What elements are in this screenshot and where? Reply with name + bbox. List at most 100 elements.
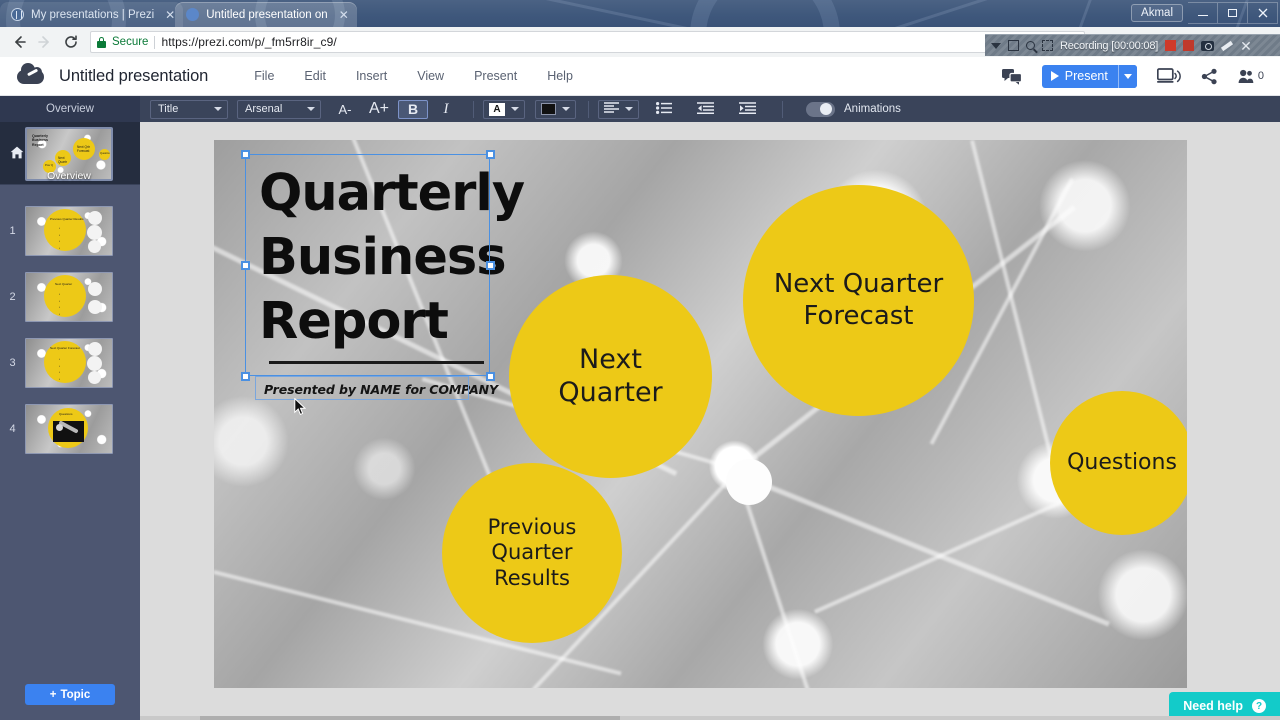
presentation-stage[interactable]: Next Quarter Next Quarter Forecast Quest… (214, 140, 1187, 688)
prezi-cloud-logo-icon[interactable] (17, 63, 44, 86)
selection-handle-top-left[interactable] (241, 150, 250, 159)
tab-close-icon[interactable]: ✕ (165, 9, 175, 21)
menu-item-file[interactable]: File (254, 69, 274, 83)
text-style-select[interactable]: Title (150, 99, 228, 119)
animations-toggle[interactable] (806, 101, 836, 117)
title-selection-box[interactable] (245, 154, 490, 376)
sidebar-slide-1[interactable]: 1 Previous Quarter Results • • • • (0, 198, 140, 264)
align-button[interactable] (598, 99, 640, 119)
people-icon[interactable]: 0 (1238, 69, 1264, 84)
overview-tab[interactable]: Overview (0, 96, 140, 122)
home-icon[interactable] (10, 146, 24, 162)
present-button-label: Present (1064, 69, 1108, 83)
sidebar-overview-item[interactable]: Quarterly Business Report Next Quartr Next … (0, 122, 140, 185)
close-button[interactable] (1248, 1, 1278, 24)
present-button[interactable]: Present (1041, 64, 1137, 88)
magnifier-icon[interactable] (1026, 41, 1035, 50)
scrollbar-thumb[interactable] (200, 716, 620, 720)
bubble-previous-quarter-results[interactable]: Previous Quarter Results (442, 463, 622, 643)
fill-color-button[interactable] (535, 99, 577, 119)
italic-button[interactable]: I (431, 100, 461, 119)
menu-item-present[interactable]: Present (474, 69, 517, 83)
stop-icon[interactable] (1183, 40, 1195, 51)
address-bar[interactable]: Secure https://prezi.com/p/_fm5rr8ir_c9/… (90, 31, 1085, 53)
slide-number: 4 (9, 423, 16, 435)
bubble-questions[interactable]: Questions (1050, 391, 1187, 535)
screen-recorder-toolbar[interactable]: Recording [00:00:08] ✕ (985, 34, 1280, 56)
slide-number: 1 (9, 225, 16, 237)
thumbnail-node (88, 342, 102, 356)
thumbnail-title: Quarterly Business Report (32, 134, 48, 147)
tab-title: My presentations | Prezi (31, 8, 155, 21)
selection-handle-middle-right[interactable] (486, 261, 495, 270)
increase-font-size-button[interactable]: A+ (363, 100, 395, 119)
share-icon[interactable] (1201, 68, 1218, 85)
font-family-value: Arsenal (245, 103, 283, 115)
subtitle-hover-box[interactable] (255, 376, 469, 400)
user-profile-chip[interactable]: Akmal (1131, 3, 1183, 22)
selection-handle-bottom-right[interactable] (486, 372, 495, 381)
sidebar-slide-3[interactable]: 3 Next Quarter Forecast • • • • (0, 330, 140, 396)
outdent-icon (697, 101, 715, 117)
reload-icon[interactable] (58, 29, 84, 55)
slide-thumbnail[interactable]: Next Quarter Forecast • • • • (25, 338, 113, 388)
pen-icon[interactable] (1221, 40, 1234, 51)
thumbnail-node (88, 282, 102, 296)
pause-icon[interactable] (1165, 40, 1177, 51)
slide-thumbnail[interactable]: Questions (25, 404, 113, 454)
camera-icon[interactable] (1201, 40, 1215, 51)
selection-handle-middle-left[interactable] (241, 261, 250, 270)
decrease-font-size-button[interactable]: A- (330, 100, 360, 119)
window-icon[interactable] (1008, 40, 1019, 51)
selection-handle-top-right[interactable] (486, 150, 495, 159)
document-title[interactable]: Untitled presentation (59, 67, 208, 86)
maximize-button[interactable] (1218, 1, 1248, 24)
app-header: Untitled presentation File Edit Insert V… (0, 57, 1280, 96)
lock-icon (97, 36, 106, 48)
menu-item-insert[interactable]: Insert (356, 69, 387, 83)
chevron-down-icon[interactable] (991, 42, 1001, 49)
thumbnail-bubble-label: Prev Q (45, 164, 54, 167)
menu-item-edit[interactable]: Edit (304, 69, 326, 83)
browser-tab-my-presentations[interactable]: My presentations | Prezi ✕ (0, 2, 184, 27)
chevron-down-icon (307, 107, 315, 111)
horizontal-scrollbar[interactable] (140, 716, 1280, 720)
sidebar-slide-2[interactable]: 2 Next Quarter • • • • (0, 264, 140, 330)
bulleted-list-button[interactable] (650, 100, 678, 119)
canvas-area[interactable]: Next Quarter Next Quarter Forecast Quest… (140, 122, 1280, 720)
present-dropdown-button[interactable] (1117, 64, 1137, 88)
blue-favicon-icon (186, 8, 200, 21)
titlebar-decoration (690, 0, 840, 27)
close-icon[interactable]: ✕ (1240, 39, 1252, 53)
bold-button[interactable]: B (398, 99, 429, 119)
present-button-main[interactable]: Present (1042, 65, 1118, 88)
sidebar-slide-4[interactable]: 4 Questions (0, 396, 140, 462)
add-topic-button[interactable]: + Topic (25, 684, 115, 705)
minimize-button[interactable] (1188, 1, 1218, 24)
indent-button[interactable] (733, 100, 762, 119)
background-line (737, 472, 1110, 627)
text-color-icon: A (489, 102, 506, 116)
cast-screen-icon[interactable] (1156, 68, 1181, 84)
bubble-next-quarter-forecast[interactable]: Next Quarter Forecast (743, 185, 974, 416)
region-icon[interactable] (1042, 40, 1053, 51)
menu-item-view[interactable]: View (417, 69, 444, 83)
text-color-button[interactable]: A (483, 99, 526, 119)
url-text: https://prezi.com/p/_fm5rr8ir_c9/ (161, 35, 337, 49)
thumbnail-bubble (44, 209, 86, 251)
bubble-next-quarter[interactable]: Next Quarter (509, 275, 712, 478)
menu-item-help[interactable]: Help (547, 69, 573, 83)
browser-tab-untitled-presentation[interactable]: Untitled presentation on ✕ (175, 2, 357, 27)
outdent-button[interactable] (691, 100, 720, 119)
window-controls: Akmal (1131, 0, 1278, 25)
background-line (970, 140, 1057, 471)
tab-close-icon[interactable]: ✕ (339, 9, 349, 21)
font-family-select[interactable]: Arsenal (237, 99, 321, 119)
thumbnail-bubble-label: Next Quartr (58, 156, 68, 164)
back-arrow-icon[interactable] (6, 29, 32, 55)
animations-toggle-group[interactable]: Animations (806, 101, 901, 117)
comments-icon[interactable] (1001, 68, 1022, 85)
slide-thumbnail[interactable]: Next Quarter • • • • (25, 272, 113, 322)
selection-handle-bottom-left[interactable] (241, 372, 250, 381)
slide-thumbnail[interactable]: Previous Quarter Results • • • • (25, 206, 113, 256)
